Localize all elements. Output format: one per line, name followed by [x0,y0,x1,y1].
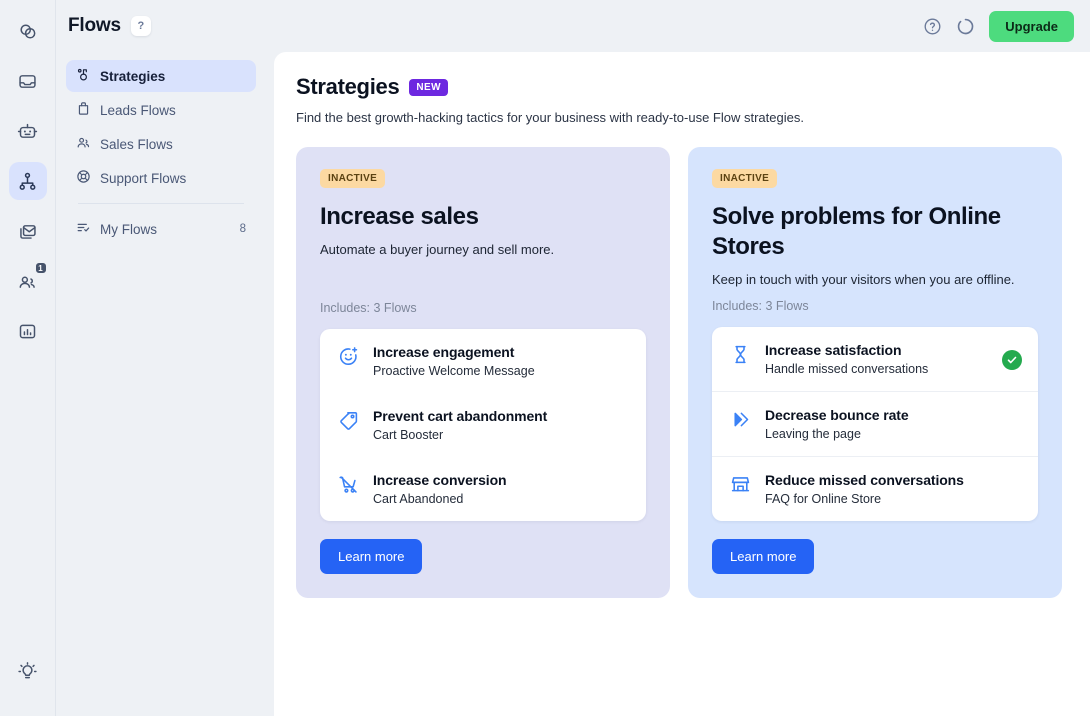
flow-name: Prevent cart abandonment [373,408,630,424]
strategies-icon [76,67,91,85]
people-icon [76,135,91,153]
rail-item-tips[interactable] [9,652,47,690]
inbox-icon [17,71,38,92]
rail-item-analytics[interactable] [9,312,47,350]
new-badge: NEW [409,79,448,96]
flow-text: Decrease bounce rate Leaving the page [765,407,1022,441]
flow-text: Reduce missed conversations FAQ for Onli… [765,472,1022,506]
sidebar: Flows ? Strategies [56,0,266,716]
strategy-card-list: INACTIVE Increase sales Automate a buyer… [296,147,1070,598]
store-icon [730,472,752,500]
smile-plus-icon [338,344,360,372]
page-header: Strategies NEW [296,74,1070,100]
learn-more-button[interactable]: Learn more [320,539,422,574]
sidebar-help-button[interactable]: ? [131,16,151,36]
flow-name: Increase engagement [373,344,630,360]
status-badge: INACTIVE [712,169,777,188]
flow-text: Increase conversion Cart Abandoned [373,472,630,506]
rail-item-chats[interactable] [9,12,47,50]
sidebar-item-my-flows[interactable]: My Flows 8 [66,213,256,245]
page-subtitle: Find the best growth-hacking tactics for… [296,110,1070,125]
flow-item[interactable]: Decrease bounce rate Leaving the page [712,391,1038,456]
list-check-icon [76,220,91,238]
upgrade-button[interactable]: Upgrade [989,11,1074,42]
flow-subtitle: Handle missed conversations [765,362,989,376]
app-root: 1 Flows ? [0,0,1090,716]
card-title: Solve problems for Online Stores [712,202,1038,262]
flow-item[interactable]: Increase conversion Cart Abandoned [320,457,646,521]
rail-item-inbox[interactable] [9,62,47,100]
chevron-right-icon [730,407,752,435]
lifebuoy-icon [76,169,91,187]
flow-item[interactable]: Reduce missed conversations FAQ for Onli… [712,456,1038,521]
check-badge [1002,350,1022,370]
bot-icon [17,121,38,142]
card-title: Increase sales [320,202,646,232]
flow-name: Decrease bounce rate [765,407,1022,423]
sidebar-title: Flows [68,15,121,37]
topbar: Upgrade [266,0,1090,52]
sidebar-item-label: My Flows [100,222,231,237]
sidebar-item-label: Leads Flows [100,103,246,118]
flow-subtitle: Cart Abandoned [373,492,630,506]
flow-item[interactable]: Increase engagement Proactive Welcome Me… [320,329,646,393]
flow-text: Increase satisfaction Handle missed conv… [765,342,989,376]
analytics-icon [17,321,38,342]
mail-icon [17,221,38,242]
card-description: Automate a buyer journey and sell more. [320,242,646,257]
page-title: Strategies [296,74,399,100]
sidebar-item-sales-flows[interactable]: Sales Flows [66,128,256,160]
flow-text: Prevent cart abandonment Cart Booster [373,408,630,442]
rail-item-chatbot[interactable] [9,112,47,150]
strategy-card[interactable]: INACTIVE Solve problems for Online Store… [688,147,1062,598]
flows-icon [17,171,38,192]
hourglass-icon [730,342,752,370]
card-spacer [320,257,646,301]
sidebar-item-label: Sales Flows [100,137,246,152]
card-includes: Includes: 3 Flows [320,301,646,315]
flow-item[interactable]: Prevent cart abandonment Cart Booster [320,393,646,457]
sidebar-nav-list: Strategies Leads Flows [56,52,266,247]
my-flows-count: 8 [240,223,246,235]
card-description: Keep in touch with your visitors when yo… [712,272,1038,287]
flow-text: Increase engagement Proactive Welcome Me… [373,344,630,378]
cart-off-icon [338,472,360,500]
tag-icon [338,408,360,436]
flow-subtitle: FAQ for Online Store [765,492,1022,506]
flow-subtitle: Proactive Welcome Message [373,364,630,378]
status-badge: INACTIVE [320,169,385,188]
flow-name: Increase satisfaction [765,342,989,358]
lightbulb-icon [17,661,38,682]
flow-list: Increase satisfaction Handle missed conv… [712,327,1038,521]
flow-subtitle: Cart Booster [373,428,630,442]
sidebar-item-leads-flows[interactable]: Leads Flows [66,94,256,126]
flow-name: Reduce missed conversations [765,472,1022,488]
sidebar-item-strategies[interactable]: Strategies [66,60,256,92]
chats-icon [17,21,38,42]
learn-more-button[interactable]: Learn more [712,539,814,574]
sidebar-item-support-flows[interactable]: Support Flows [66,162,256,194]
contacts-badge: 1 [34,261,48,275]
rail-item-flows[interactable] [9,162,47,200]
card-includes: Includes: 3 Flows [712,299,1038,313]
main-area: Upgrade Strategies NEW Find the best gro… [266,0,1090,716]
rail-item-contacts[interactable]: 1 [9,262,47,300]
spinner-icon[interactable] [956,17,975,36]
icon-rail: 1 [0,0,56,716]
flow-subtitle: Leaving the page [765,427,1022,441]
strategy-card[interactable]: INACTIVE Increase sales Automate a buyer… [296,147,670,598]
rail-item-campaigns[interactable] [9,212,47,250]
question-circle-icon[interactable] [923,17,942,36]
sidebar-divider [78,203,244,204]
sidebar-item-label: Support Flows [100,171,246,186]
flow-item[interactable]: Increase satisfaction Handle missed conv… [712,327,1038,391]
bag-icon [76,101,91,119]
sidebar-item-label: Strategies [100,69,246,84]
flow-name: Increase conversion [373,472,630,488]
sidebar-header: Flows ? [56,0,266,52]
content-panel: Strategies NEW Find the best growth-hack… [274,52,1090,716]
flow-list: Increase engagement Proactive Welcome Me… [320,329,646,521]
